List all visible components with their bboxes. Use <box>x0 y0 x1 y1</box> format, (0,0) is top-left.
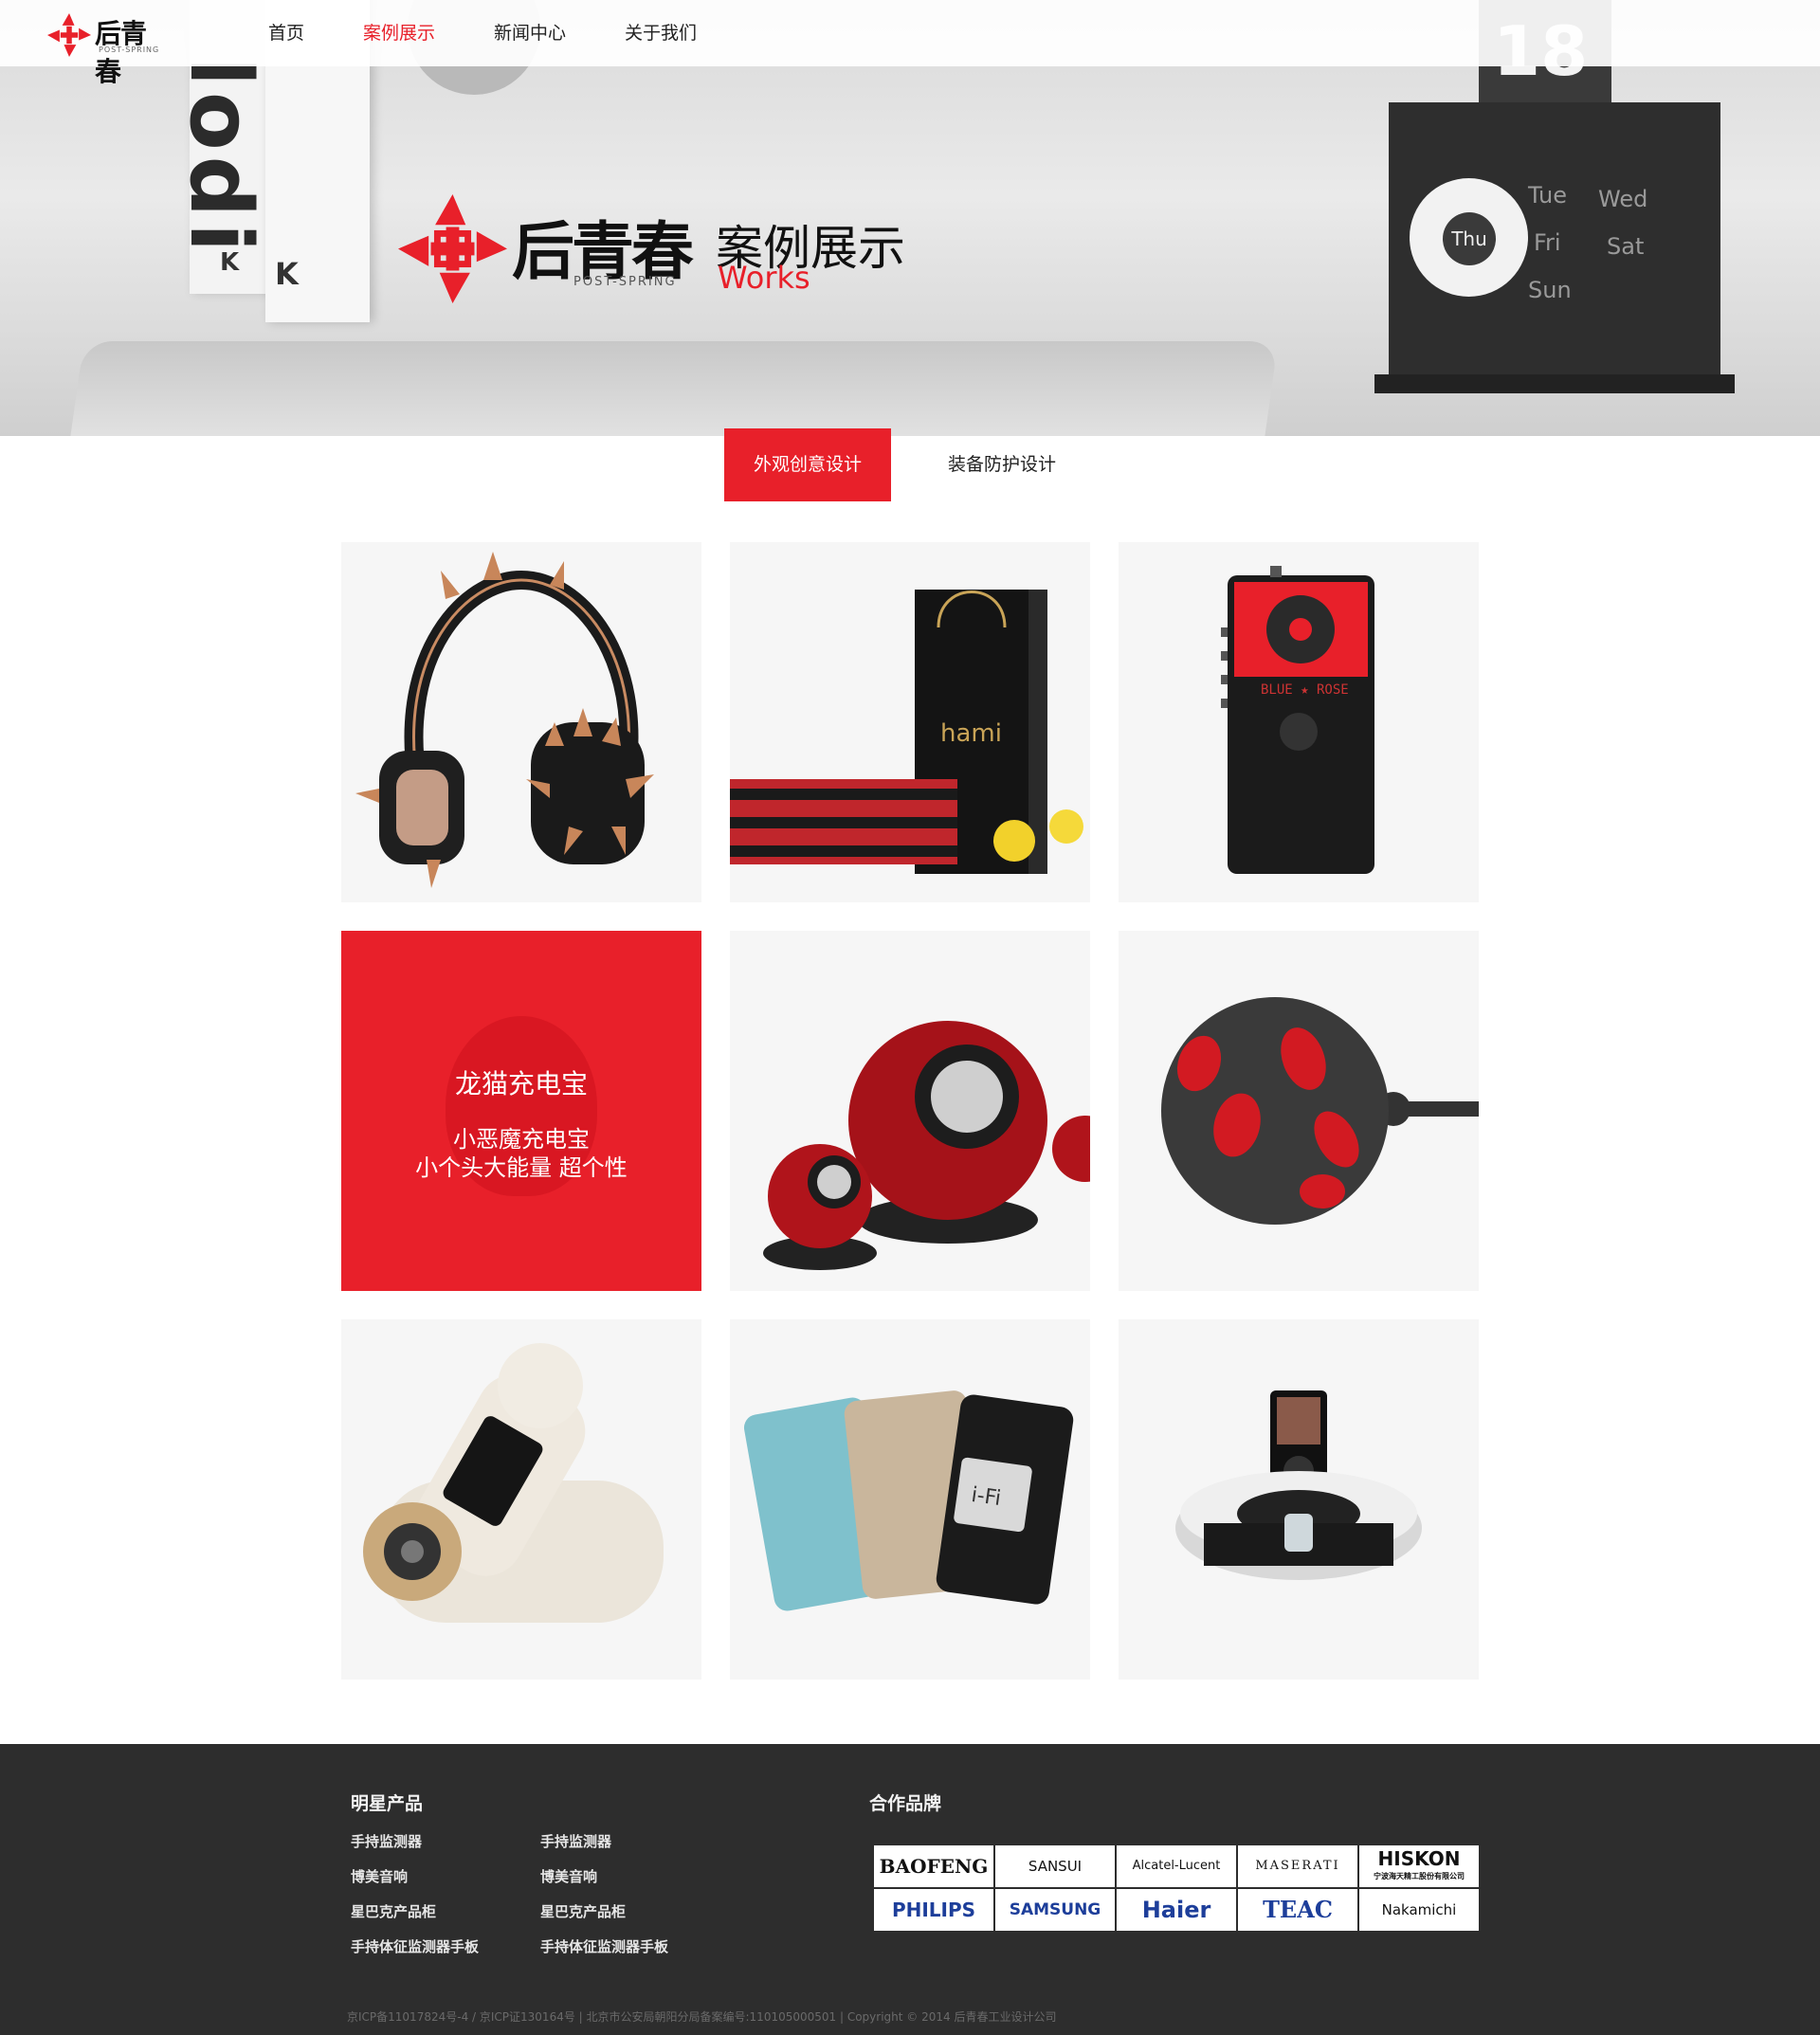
banner-calendar-base <box>1374 374 1735 393</box>
footer-brands-title: 合作品牌 <box>869 1793 942 1814</box>
footer-product-link[interactable]: 手持体征监测器手板 <box>540 1936 668 1956</box>
tab-appearance-design[interactable]: 外观创意设计 <box>724 428 891 501</box>
work-card-speakers[interactable] <box>730 931 1090 1291</box>
brand-logo-icon <box>398 194 507 303</box>
footer-product-link[interactable]: 手持监测器 <box>351 1831 422 1851</box>
banner-calendar-day: Sat <box>1607 233 1645 260</box>
svg-text:hami: hami <box>940 719 1002 748</box>
work-card-camera[interactable] <box>341 1319 701 1680</box>
work-card-dock-speaker[interactable] <box>1119 1319 1479 1680</box>
banner-laptop <box>67 341 1279 436</box>
banner-book-letter: K <box>220 248 240 277</box>
footer-product-link[interactable]: 手持体征监测器手板 <box>351 1936 479 1956</box>
site-footer: 明星产品 手持监测器 博美音响 星巴克产品柜 手持体征监测器手板 手持监测器 博… <box>0 1744 1820 2035</box>
brand-logo-nakamichi[interactable]: Nakamichi <box>1359 1889 1479 1931</box>
brand-logo-alcatel[interactable]: Alcatel-Lucent <box>1117 1845 1236 1887</box>
brand-logo-hiskon[interactable]: HISKON 宁波海天精工股份有限公司 <box>1359 1845 1479 1887</box>
work-card-subtitle-line: 小个头大能量 超个性 <box>415 1154 628 1181</box>
brand-logo-haier[interactable]: Haier <box>1117 1889 1236 1931</box>
work-card-headphones[interactable] <box>341 542 701 902</box>
footer-product-link[interactable]: 星巴克产品柜 <box>540 1901 626 1921</box>
brand-logo-baofeng[interactable]: BAOFENG <box>874 1845 993 1887</box>
blue-rose-device-image: BLUE ★ ROSE <box>1221 566 1374 874</box>
ifi-cases-image: i-Fi <box>743 1390 1074 1611</box>
banner-calendar-day: Wed <box>1598 186 1648 212</box>
brand-logo-hiskon-text: HISKON <box>1377 1847 1461 1870</box>
brand-logo-philips[interactable]: PHILIPS <box>874 1889 993 1931</box>
nav-item-works[interactable]: 案例展示 <box>363 0 435 66</box>
work-card-ifi-cases[interactable]: i-Fi <box>730 1319 1090 1680</box>
banner-calendar-day: Tue <box>1528 182 1567 209</box>
main-nav: 首页 案例展示 新闻中心 关于我们 <box>268 0 755 66</box>
footer-products-title: 明星产品 <box>351 1793 424 1814</box>
footer-copyright: 京ICP备11017824号-4 / 京ICP证130164号 | 北京市公安局… <box>347 2010 1057 2024</box>
banner-subtitle: Works <box>718 260 810 296</box>
brand-logo-icon <box>47 13 91 57</box>
site-logo-subtext: POST-SPRING <box>99 45 160 54</box>
footer-product-link[interactable]: 博美音响 <box>540 1866 597 1886</box>
brand-logo-hiskon-subtext: 宁波海天精工股份有限公司 <box>1374 1872 1465 1881</box>
work-card-hami-packaging[interactable]: hami <box>730 542 1090 902</box>
banner-calendar-day: Fri <box>1534 229 1561 256</box>
nav-item-about[interactable]: 关于我们 <box>625 0 697 66</box>
footer-product-link[interactable]: 星巴克产品柜 <box>351 1901 436 1921</box>
work-card-subtitle: 小恶魔充电宝 小个头大能量 超个性 <box>341 1125 701 1182</box>
banner-calendar-day: Sun <box>1528 277 1572 303</box>
category-tabs: 外观创意设计 装备防护设计 <box>724 428 1073 501</box>
work-card-subtitle-line: 小恶魔充电宝 <box>453 1126 590 1153</box>
work-card-blue-rose[interactable]: BLUE ★ ROSE <box>1119 542 1479 902</box>
banner-book-text: lodi <box>171 57 270 258</box>
banner-calendar-day: Thu <box>1443 212 1496 265</box>
nav-item-home[interactable]: 首页 <box>268 0 304 66</box>
brand-logo-teac[interactable]: TEAC <box>1238 1889 1357 1931</box>
speakers-image <box>763 1021 1090 1270</box>
partner-brands: BAOFENG SANSUI Alcatel-Lucent MASERATI H… <box>873 1844 1480 1932</box>
headphones-image <box>355 552 654 888</box>
tab-protective-design[interactable]: 装备防护设计 <box>931 428 1073 501</box>
banner-logo-subtext: POST-SPRING <box>573 275 677 289</box>
svg-text:i-Fi: i-Fi <box>970 1483 1002 1511</box>
brand-logo-maserati[interactable]: MASERATI <box>1238 1845 1357 1887</box>
nav-item-news[interactable]: 新闻中心 <box>494 0 566 66</box>
camera-image <box>363 1343 664 1623</box>
site-logo[interactable]: 后青春 POST-SPRING <box>47 11 171 87</box>
hami-packaging-image: hami <box>730 590 1083 874</box>
brand-logo-samsung[interactable]: SAMSUNG <box>995 1889 1115 1931</box>
dock-speaker-image <box>1175 1390 1422 1580</box>
brand-logo-sansui[interactable]: SANSUI <box>995 1845 1115 1887</box>
work-card-title: 龙猫充电宝 <box>454 1068 588 1099</box>
lips-device-image <box>1161 997 1479 1225</box>
banner-book-letter: K <box>275 256 299 292</box>
svg-text:BLUE ★ ROSE: BLUE ★ ROSE <box>1261 682 1349 698</box>
work-card-power-bank[interactable]: 龙猫充电宝 小恶魔充电宝 小个头大能量 超个性 <box>341 931 701 1291</box>
footer-product-link[interactable]: 手持监测器 <box>540 1831 611 1851</box>
top-header: 后青春 POST-SPRING 首页 案例展示 新闻中心 关于我们 <box>0 0 1820 87</box>
footer-product-link[interactable]: 博美音响 <box>351 1866 408 1886</box>
work-card-lips[interactable] <box>1119 931 1479 1291</box>
